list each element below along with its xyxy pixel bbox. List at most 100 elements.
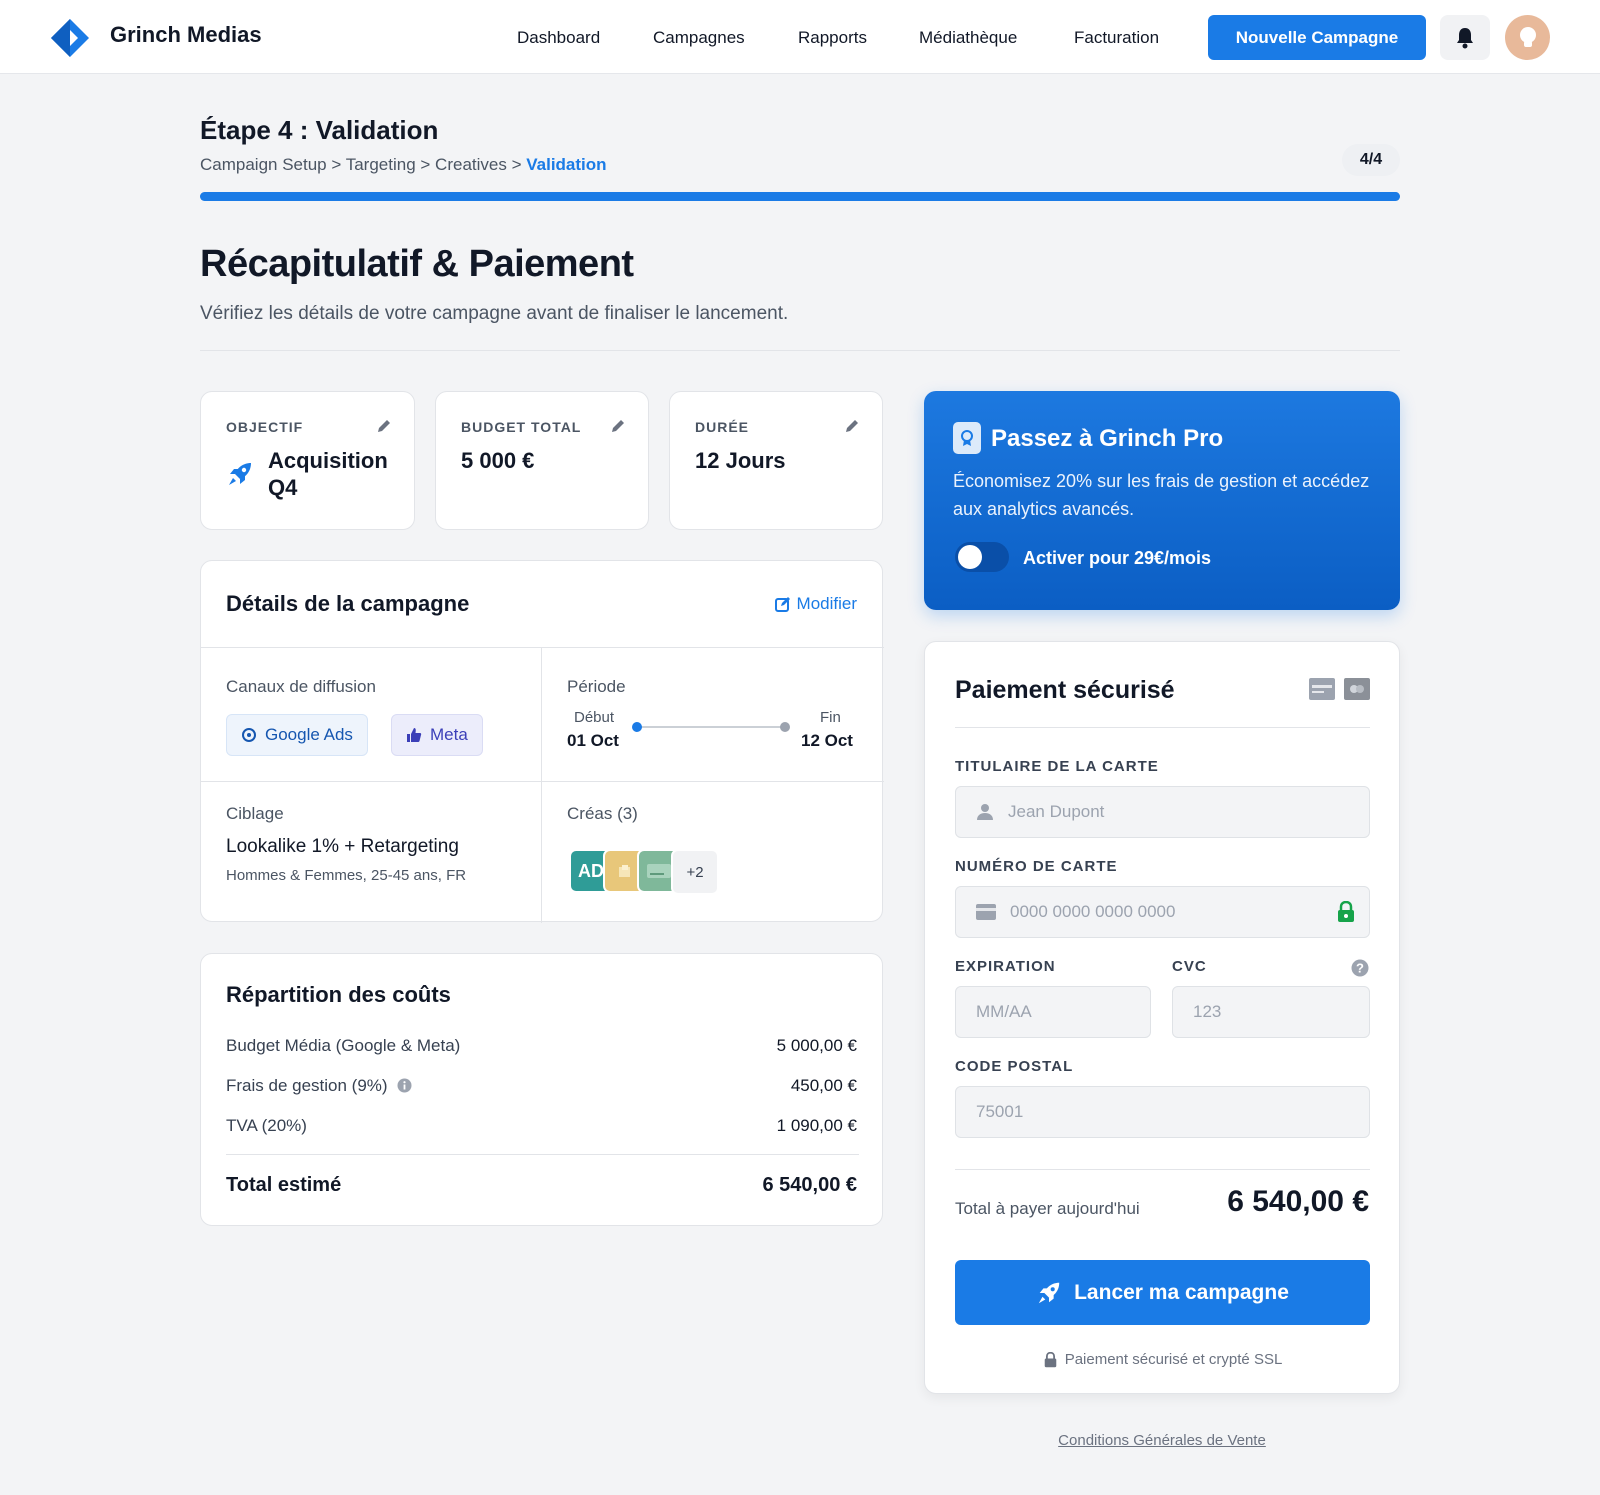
ssl-note: Paiement sécurisé et crypté SSL	[925, 1351, 1401, 1368]
notifications-button[interactable]	[1440, 15, 1490, 60]
expiry-input[interactable]: MM/AA	[955, 986, 1151, 1038]
placeholder: 123	[1193, 1002, 1222, 1021]
stat-card-budget: BUDGET TOTAL 5 000 €	[435, 391, 649, 530]
start-date: 01 Oct	[567, 731, 619, 750]
step-title: Étape 4 : Validation	[200, 115, 439, 145]
breadcrumb-separator: >	[331, 155, 346, 174]
placeholder: 75001	[976, 1102, 1024, 1121]
postal-code-input[interactable]: 75001	[955, 1086, 1370, 1138]
stat-value-line: Acquisition	[268, 448, 388, 473]
divider	[955, 727, 1370, 728]
launch-campaign-button[interactable]: Lancer ma campagne	[955, 1260, 1370, 1325]
progress-bar-fill	[200, 192, 1400, 201]
card-brand-icon	[1344, 678, 1370, 700]
avatar[interactable]	[1505, 15, 1550, 60]
launch-label: Lancer ma campagne	[1074, 1280, 1289, 1304]
bell-icon	[1457, 27, 1473, 48]
divider	[201, 647, 884, 648]
card-holder-input[interactable]: Jean Dupont	[955, 786, 1370, 838]
expiry-label: EXPIRATION	[955, 958, 1056, 975]
pro-toggle[interactable]	[955, 542, 1009, 572]
pencil-icon[interactable]	[376, 418, 392, 434]
targeting-label: Ciblage	[226, 804, 284, 823]
section-title: Détails de la campagne	[226, 591, 470, 616]
stat-label: DURÉE	[695, 419, 750, 435]
placeholder: MM/AA	[976, 1002, 1032, 1021]
card-image-icon	[647, 864, 671, 878]
breadcrumb: Campaign Setup > Targeting > Creatives >…	[200, 155, 607, 175]
breadcrumb-item[interactable]: Targeting	[346, 155, 416, 174]
brand-name: Grinch Medias	[110, 22, 262, 47]
grinch-logo-icon[interactable]	[50, 18, 90, 58]
rocket-icon	[1038, 1282, 1060, 1303]
placeholder: 0000 0000 0000 0000	[1010, 902, 1176, 921]
stat-card-objective: OBJECTIF Acquisition Q4	[200, 391, 415, 530]
modify-label: Modifier	[796, 594, 857, 613]
nav-mediatheque[interactable]: Médiathèque	[919, 28, 1017, 48]
period-label: Période	[567, 677, 626, 696]
stat-card-duration: DURÉE 12 Jours	[669, 391, 883, 530]
step-counter-badge: 4/4	[1342, 144, 1400, 176]
edit-icon	[774, 597, 790, 612]
badge-icon	[953, 422, 981, 454]
breadcrumb-item[interactable]: Creatives	[435, 155, 507, 174]
thumbs-up-icon	[407, 728, 422, 742]
cvc-input[interactable]: 123	[1172, 986, 1370, 1038]
user-avatar-icon	[1519, 26, 1536, 47]
pencil-icon[interactable]	[844, 418, 860, 434]
channel-label: Google Ads	[265, 725, 353, 744]
stat-value: 5 000 €	[461, 448, 535, 473]
pro-toggle-label: Activer pour 29€/mois	[1023, 548, 1212, 568]
period-timeline	[632, 722, 790, 732]
ssl-note-text: Paiement sécurisé et crypté SSL	[1064, 1351, 1283, 1368]
nav-campagnes[interactable]: Campagnes	[653, 28, 745, 48]
holder-label: TITULAIRE DE LA CARTE	[955, 758, 1159, 775]
channel-chip-meta: Meta	[391, 714, 483, 756]
pencil-icon[interactable]	[610, 418, 626, 434]
pro-description: Économisez 20% sur les frais de gestion …	[953, 471, 1370, 519]
campaign-details-card: Détails de la campagne Modifier Canaux d…	[200, 560, 884, 923]
channel-chip-google: Google Ads	[226, 714, 368, 756]
cost-row: TVA (20%) 1 090,00 €	[226, 1116, 857, 1136]
terms-link[interactable]: Conditions Générales de Vente	[924, 1432, 1400, 1449]
cost-value: 450,00 €	[790, 1076, 857, 1095]
stat-label: BUDGET TOTAL	[461, 419, 582, 435]
breadcrumb-item[interactable]: Campaign Setup	[200, 155, 327, 174]
divider	[200, 350, 1400, 351]
top-bar: Grinch Medias Dashboard Campagnes Rappor…	[0, 0, 1600, 74]
info-icon[interactable]	[397, 1078, 412, 1093]
divider	[541, 647, 542, 923]
payment-title: Paiement sécurisé	[955, 676, 1175, 704]
end-date: 12 Oct	[801, 731, 853, 750]
cost-row: Frais de gestion (9%) 450,00 €	[226, 1076, 857, 1096]
placeholder: Jean Dupont	[1008, 802, 1105, 821]
rocket-icon	[229, 463, 251, 485]
card-number-input[interactable]: 0000 0000 0000 0000	[955, 886, 1370, 938]
cost-label: Frais de gestion (9%)	[226, 1076, 412, 1096]
card-brand-icon	[1309, 678, 1335, 700]
product-image-icon	[619, 865, 630, 877]
help-icon[interactable]: ?	[1351, 959, 1369, 977]
cost-value: 5 000,00 €	[776, 1036, 857, 1055]
page-title: Récapitulatif & Paiement	[200, 243, 634, 285]
creative-thumb-text: AD	[578, 860, 604, 881]
divider	[201, 781, 884, 782]
lock-icon	[1338, 901, 1354, 922]
stat-value: 12 Jours	[695, 448, 786, 473]
grinch-pro-upsell: Passez à Grinch Pro Économisez 20% sur l…	[924, 391, 1400, 610]
cvc-label: CVC	[1172, 958, 1207, 975]
creatives-more-badge[interactable]: +2	[671, 849, 719, 895]
modify-link[interactable]: Modifier	[774, 594, 857, 614]
nav-facturation[interactable]: Facturation	[1074, 28, 1159, 48]
number-label: NUMÉRO DE CARTE	[955, 858, 1118, 875]
targeting-sub: Hommes & Femmes, 25-45 ans, FR	[226, 867, 467, 884]
total-label: Total estimé	[226, 1174, 342, 1196]
nav-rapports[interactable]: Rapports	[798, 28, 867, 48]
stat-label: OBJECTIF	[226, 419, 304, 435]
stat-value-line: Q4	[268, 475, 298, 500]
toggle-knob	[958, 545, 982, 569]
new-campaign-button[interactable]: Nouvelle Campagne	[1208, 15, 1426, 60]
nav-dashboard[interactable]: Dashboard	[517, 28, 600, 48]
channel-label: Meta	[430, 725, 468, 744]
zip-label: CODE POSTAL	[955, 1058, 1074, 1075]
